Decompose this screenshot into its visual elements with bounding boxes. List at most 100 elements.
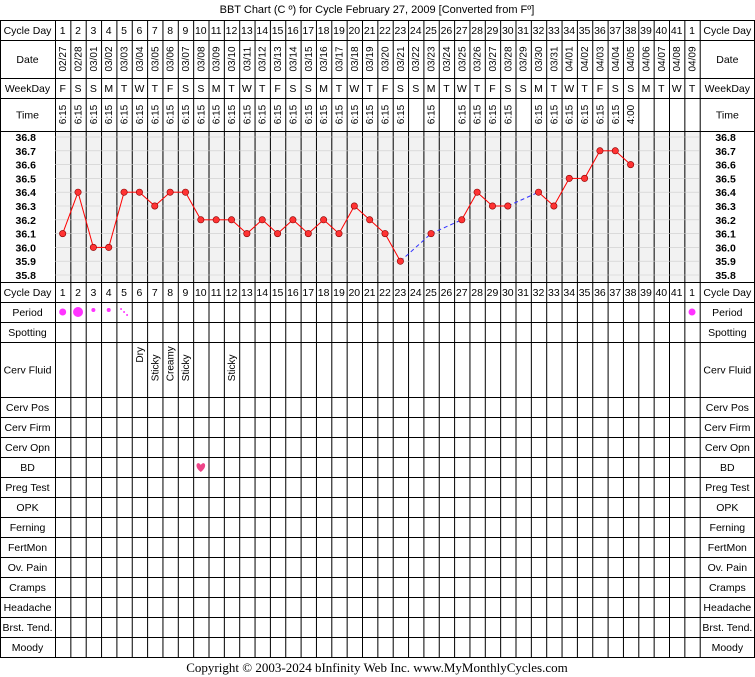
row-label-right-fertmon: FertMon [708,542,747,554]
cycle-day-cell: 37 [609,25,621,37]
date-cell: 03/19 [365,46,376,71]
date-cell: 03/09 [212,46,223,71]
temp-point [243,230,251,238]
cycle-day-cell: 9 [183,25,189,37]
weekday-cell: F [597,83,603,95]
y-tick-label: 36.5 [16,173,37,185]
date-cell: 03/16 [319,46,330,71]
time-cell: 6:15 [611,104,622,124]
temp-point [197,216,205,224]
weekday-cell: W [457,83,467,95]
cycle-day-cell: 17 [302,287,314,299]
date-cell: 03/29 [519,46,530,71]
cycle-day-cell: 38 [625,287,637,299]
weekday-cell: S [504,83,511,95]
cycle-day-cell: 19 [333,25,345,37]
cycle-day-cell: 37 [609,287,621,299]
y-tick-label: 35.9 [16,256,37,268]
row-label-weekday: WeekDay [5,83,51,95]
bd-heart [196,463,206,472]
cycle-day-cell: 7 [152,25,158,37]
weekday-cell: W [134,83,144,95]
date-cell: 02/28 [74,46,85,71]
time-cell: 6:15 [580,104,591,124]
cycle-day-cell: 35 [579,287,591,299]
time-cell: 6:15 [273,104,284,124]
date-cell: 03/15 [304,46,315,71]
cycle-day-cell: 35 [579,25,591,37]
row-label-headache: Headache [4,602,52,614]
date-cell: 03/21 [396,46,407,71]
cycle-day-cell: 13 [241,25,253,37]
date-cell: 03/11 [242,46,253,71]
cycle-day-cell: 28 [471,287,483,299]
row-label-right-spotting: Spotting [708,327,747,339]
date-cell: 03/13 [273,46,284,71]
time-cell: 6:15 [288,104,299,124]
temp-point [289,216,297,224]
y-tick-label-right: 36.3 [715,201,736,213]
period-marker [59,308,67,316]
y-tick-label: 36.3 [16,201,37,213]
cycle-day-cell: 4 [106,287,112,299]
y-tick-label: 36.7 [16,146,37,158]
temp-point [59,230,67,238]
weekday-cell: W [242,83,252,95]
date-cell: 04/08 [672,46,683,71]
y-tick-label-right: 36.8 [715,132,736,144]
date-cell: 04/04 [611,46,622,71]
row-label-right-weekday: WeekDay [705,83,751,95]
time-cell: 6:15 [565,104,576,124]
cycle-day-cell: 1 [689,25,695,37]
weekday-cell: T [474,83,481,95]
row-label-cerv-opn: Cerv Opn [5,442,50,454]
cycle-day-cell: 30 [502,25,514,37]
temp-point [504,202,512,210]
cycle-day-cell: 5 [121,25,127,37]
row-label-right-opk: OPK [716,502,738,514]
cycle-day-cell: 23 [395,25,407,37]
weekday-cell: S [612,83,619,95]
cycle-day-cell: 32 [533,25,545,37]
time-cell: 6:15 [212,104,223,124]
weekday-cell: W [349,83,359,95]
cycle-day-cell: 16 [287,287,299,299]
cycle-day-cell: 12 [226,25,238,37]
row-label-time: Time [16,110,39,122]
cycle-day-cell: 38 [625,25,637,37]
time-cell: 6:15 [120,104,131,124]
temp-point [105,243,113,251]
row-label-cerv-firm: Cerv Firm [4,422,50,434]
cycle-day-cell: 8 [167,287,173,299]
cycle-day-cell: 15 [272,287,284,299]
cycle-day-cell: 13 [241,287,253,299]
date-cell: 04/07 [657,46,668,71]
row-label-spotting: Spotting [8,327,47,339]
cycle-day-cell: 22 [379,25,391,37]
cycle-day-cell: 15 [272,25,284,37]
time-cell: 6:15 [196,104,207,124]
weekday-cell: S [397,83,404,95]
temp-point [151,202,159,210]
date-cell: 03/17 [334,46,345,71]
row-label-right-period: Period [712,307,743,319]
row-label-right-cerv-opn: Cerv Opn [705,442,750,454]
copyright-text: Copyright © 2003-2024 bInfinity Web Inc.… [186,660,567,675]
date-cell: 03/01 [89,46,100,71]
date-cell: 03/27 [488,46,499,71]
date-cell: 03/26 [473,46,484,71]
temp-point [89,243,97,251]
y-tick-label-right: 36.1 [715,229,736,241]
weekday-cell: M [534,83,543,95]
cycle-day-cell: 39 [640,25,652,37]
cycle-day-cell: 10 [195,287,207,299]
date-cell: 03/18 [350,46,361,71]
time-cell: 6:15 [595,104,606,124]
date-cell: 04/09 [688,46,699,71]
weekday-cell: S [75,83,82,95]
temp-point [304,230,312,238]
cycle-day-cell: 20 [348,25,360,37]
time-cell: 6:15 [334,104,345,124]
period-marker [688,308,696,316]
row-label-right-moody: Moody [712,642,744,654]
